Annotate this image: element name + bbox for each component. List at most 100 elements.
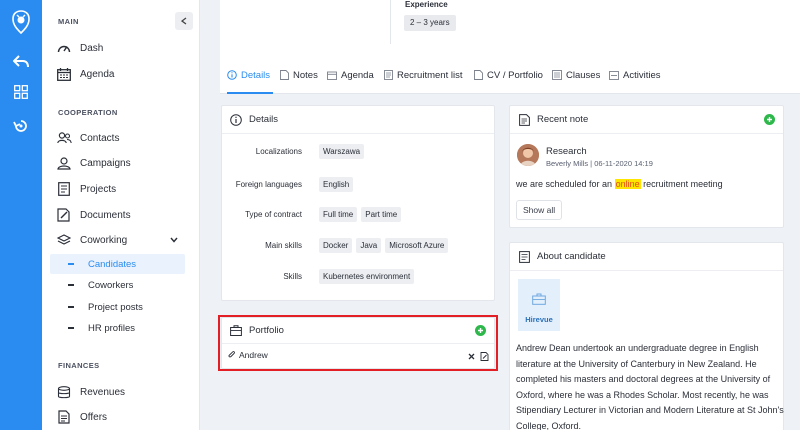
calendar-icon (56, 66, 72, 82)
details-card-header: Details (222, 106, 494, 134)
sidebar-item-revenues[interactable]: Revenues (56, 382, 125, 402)
sidebar-item-label: Dash (80, 42, 104, 54)
sidebar-subitem-label: Project posts (88, 301, 143, 313)
highlight-frame (218, 315, 498, 371)
detail-row-main-skills: Main skills Docker Java Microsoft Azure (222, 236, 494, 254)
candidate-tabs: Details Notes Agenda Recruitment list CV… (220, 50, 800, 94)
collapse-sidebar-button[interactable] (175, 12, 193, 30)
tab-agenda[interactable]: Agenda (327, 68, 374, 82)
details-title: Details (249, 114, 279, 125)
sidebar: MAIN Dash Agenda COOPERATION Contacts Ca… (42, 0, 200, 430)
sidebar-item-documents[interactable]: Documents (56, 205, 131, 225)
contacts-icon (56, 130, 72, 146)
detail-value: Docker (319, 237, 353, 253)
about-candidate-card: About candidate Hirevue Andrew Dean unde… (509, 242, 784, 430)
documents-icon (56, 207, 72, 223)
back-arrow-icon[interactable] (9, 50, 33, 74)
tab-details[interactable]: Details (227, 68, 270, 82)
sidebar-item-label: Coworking (80, 234, 128, 246)
refresh-icon[interactable] (9, 114, 33, 138)
sidebar-item-label: Projects (80, 183, 117, 195)
document-icon (518, 250, 530, 263)
layers-icon (56, 232, 72, 248)
hirevue-badge[interactable]: Hirevue (518, 279, 560, 331)
detail-value: Warszawa (319, 143, 365, 159)
show-all-button[interactable]: Show all (516, 200, 563, 220)
active-tab-indicator (227, 92, 273, 94)
gauge-icon (56, 40, 72, 56)
projects-icon (56, 181, 72, 197)
hirevue-label: Hirevue (525, 315, 553, 324)
experience-label: Experience (405, 0, 448, 9)
about-candidate-title: About candidate (537, 251, 606, 262)
sidebar-subitem-candidates[interactable]: Candidates (50, 254, 185, 274)
about-candidate-header: About candidate (510, 243, 783, 271)
sidebar-item-contacts[interactable]: Contacts (56, 128, 119, 148)
sidebar-item-label: Campaigns (80, 157, 131, 169)
detail-row-type-of-contract: Type of contract Full time Part time (222, 205, 494, 223)
calendar-icon (327, 70, 337, 80)
info-icon (230, 113, 242, 126)
chevron-down-icon[interactable] (170, 237, 178, 243)
campaigns-icon (56, 155, 72, 171)
sidebar-item-projects[interactable]: Projects (56, 179, 116, 199)
detail-value: Kubernetes environment (319, 268, 415, 284)
note-icon (279, 70, 289, 80)
sidebar-item-label: Contacts (80, 132, 120, 144)
note-meta: Beverly Mills | 06-11-2020 14:19 (546, 159, 653, 168)
info-icon (227, 70, 237, 80)
sidebar-item-label: Revenues (80, 386, 126, 398)
clauses-icon (552, 70, 562, 80)
recent-note-title: Recent note (537, 114, 589, 125)
tab-cv-portfolio[interactable]: CV / Portfolio (473, 68, 543, 82)
sidebar-subitem-hr-profiles[interactable]: HR profiles (50, 318, 185, 338)
grid-icon[interactable] (9, 80, 33, 104)
about-text: Andrew Dean undertook an undergraduate d… (516, 343, 784, 430)
section-main: MAIN (58, 17, 79, 26)
file-icon (473, 70, 483, 80)
tab-recruitment-list[interactable]: Recruitment list (383, 68, 462, 82)
sidebar-subitem-project-posts[interactable]: Project posts (50, 297, 185, 317)
section-cooperation: COOPERATION (58, 108, 118, 117)
note-highlight: online (614, 179, 641, 189)
sidebar-subitem-label: Coworkers (88, 279, 134, 291)
sidebar-item-agenda[interactable]: Agenda (56, 64, 114, 84)
note-text: we are scheduled for an online recruitme… (516, 179, 723, 189)
tab-activities[interactable]: Activities (609, 68, 660, 82)
sidebar-item-label: Documents (80, 209, 131, 221)
candidate-header-card: Experience 2 – 3 years (220, 0, 800, 50)
tab-clauses[interactable]: Clauses (552, 68, 600, 82)
detail-row-skills: Skills Kubernetes environment (222, 267, 494, 285)
logo-icon[interactable] (9, 10, 33, 34)
sidebar-item-dash[interactable]: Dash (56, 38, 103, 58)
note-title[interactable]: Research (546, 146, 587, 157)
detail-row-foreign-languages: Foreign languages English (222, 175, 494, 193)
activities-icon (609, 70, 619, 80)
avatar (517, 144, 539, 166)
detail-row-localizations: Localizations Warszawa (222, 142, 494, 160)
experience-badge: 2 – 3 years (404, 15, 456, 31)
add-note-icon[interactable] (764, 114, 775, 125)
sidebar-item-label: Offers (80, 411, 108, 423)
detail-value: Java (356, 237, 382, 253)
sidebar-item-campaigns[interactable]: Campaigns (56, 153, 131, 173)
list-icon (383, 70, 393, 80)
sidebar-item-offers[interactable]: Offers (56, 407, 107, 427)
chevron-left-icon (181, 17, 187, 25)
sidebar-subitem-label: HR profiles (88, 322, 135, 334)
sidebar-subitem-coworkers[interactable]: Coworkers (50, 275, 185, 295)
offers-icon (56, 409, 72, 425)
sidebar-item-label: Agenda (80, 68, 115, 80)
sidebar-subitem-label: Candidates (88, 258, 137, 270)
detail-value: Full time (319, 206, 358, 222)
detail-value: English (319, 176, 354, 192)
note-icon (518, 113, 530, 126)
tab-notes[interactable]: Notes (279, 68, 318, 82)
app-rail (0, 0, 42, 430)
revenues-icon (56, 384, 72, 400)
sidebar-item-coworking[interactable]: Coworking (56, 230, 127, 250)
recent-note-card: Recent note Research Beverly Mills | 06-… (509, 105, 784, 228)
briefcase-icon (532, 293, 546, 305)
section-finances: FINANCES (58, 361, 100, 370)
details-card: Details Localizations Warszawa Foreign l… (221, 105, 495, 301)
